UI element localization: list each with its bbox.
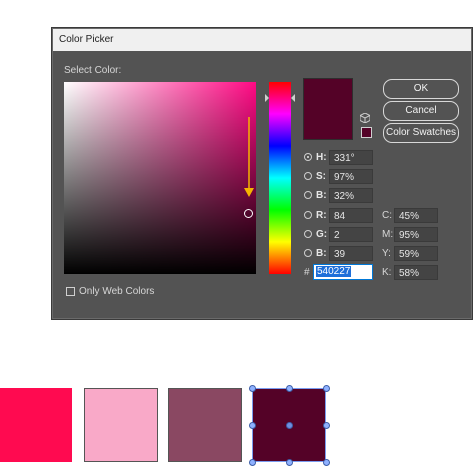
selection-handle[interactable] (323, 459, 330, 466)
black-key-label: K: (382, 267, 392, 278)
yellow-field[interactable]: 59% (394, 246, 438, 261)
selection-handle[interactable] (323, 422, 330, 429)
radio-red[interactable] (304, 211, 312, 219)
hue-field[interactable]: 331° (329, 150, 373, 165)
brightness-field[interactable]: 32% (329, 188, 373, 203)
color-picker-dialog: Color Picker Select Color: OK Cancel Col… (52, 28, 472, 319)
selection-handle[interactable] (286, 385, 293, 392)
color-field[interactable] (64, 82, 256, 274)
hue-slider[interactable] (269, 82, 291, 274)
only-web-colors-checkbox[interactable] (66, 287, 75, 296)
radio-brightness[interactable] (304, 191, 312, 199)
radio-hue[interactable] (304, 153, 312, 161)
selection-handle[interactable] (249, 422, 256, 429)
hex-label: # (304, 267, 310, 278)
selection-handle[interactable] (249, 459, 256, 466)
yellow-label: Y: (382, 248, 391, 259)
selection-handle[interactable] (249, 385, 256, 392)
color-square-3[interactable] (168, 388, 242, 462)
cyan-field[interactable]: 45% (394, 208, 438, 223)
select-color-label: Select Color: (64, 65, 122, 76)
radio-saturation[interactable] (304, 172, 312, 180)
saturation-field[interactable]: 97% (329, 169, 373, 184)
selection-handle[interactable] (323, 385, 330, 392)
black-key-field[interactable]: 58% (394, 265, 438, 280)
hue-label: H: (316, 152, 327, 163)
color-swatches-button[interactable]: Color Swatches (383, 123, 459, 143)
green-label: G: (316, 229, 328, 240)
red-label: R: (316, 210, 327, 221)
red-field[interactable]: 84 (329, 208, 373, 223)
only-web-colors-label: Only Web Colors (79, 286, 155, 297)
down-arrow-annotation (244, 117, 254, 197)
dialog-title: Color Picker (53, 29, 471, 51)
color-field-cursor[interactable] (244, 209, 253, 218)
magenta-field[interactable]: 95% (394, 227, 438, 242)
color-field-black-gradient (64, 82, 256, 274)
green-field[interactable]: 2 (329, 227, 373, 242)
cyan-label: C: (382, 210, 392, 221)
hex-field[interactable]: 540227 (313, 264, 373, 280)
blue-field[interactable]: 39 (329, 246, 373, 261)
color-square-1[interactable] (0, 388, 72, 462)
current-color-swatch (303, 78, 353, 140)
blue-label: B: (316, 248, 327, 259)
hex-value-selected: 540227 (316, 266, 352, 277)
radio-green[interactable] (304, 230, 312, 238)
ok-button[interactable]: OK (383, 79, 459, 99)
color-square-2[interactable] (84, 388, 158, 462)
brightness-label: B: (316, 190, 327, 201)
selection-handle[interactable] (286, 459, 293, 466)
magenta-label: M: (382, 229, 394, 240)
selection-center-point[interactable] (286, 422, 293, 429)
hue-slider-right-marker-icon[interactable] (291, 94, 295, 102)
web-safe-color-swatch[interactable] (361, 127, 372, 138)
radio-blue[interactable] (304, 249, 312, 257)
saturation-label: S: (316, 171, 326, 182)
3d-cube-icon[interactable] (360, 113, 370, 123)
cancel-button[interactable]: Cancel (383, 101, 459, 121)
